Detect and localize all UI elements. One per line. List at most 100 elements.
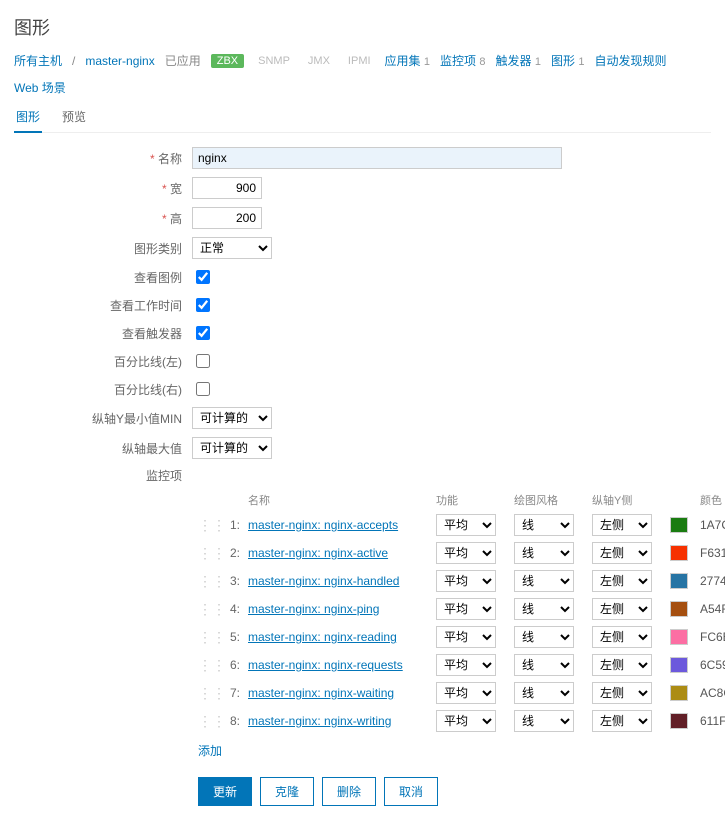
drag-handle-icon[interactable]: ⋮⋮	[198, 629, 216, 646]
color-swatch[interactable]	[670, 517, 688, 533]
drag-handle-icon[interactable]: ⋮⋮	[198, 713, 216, 730]
input-name[interactable]	[192, 147, 562, 169]
select-drawstyle[interactable]: 线	[514, 514, 574, 536]
drag-handle-icon[interactable]: ⋮⋮	[198, 573, 216, 590]
input-height[interactable]	[192, 207, 262, 229]
input-width[interactable]	[192, 177, 262, 199]
select-yaxis-side[interactable]: 左侧	[592, 626, 652, 648]
item-row: ⋮⋮6:master-nginx: nginx-requests平均线左侧6C5…	[198, 654, 711, 676]
crumb-link-web[interactable]: Web 场景	[14, 79, 66, 96]
drag-handle-icon[interactable]: ⋮⋮	[198, 657, 216, 674]
checkbox-legend[interactable]	[196, 270, 210, 284]
separator: /	[72, 54, 75, 68]
item-index: 2:	[224, 546, 240, 560]
select-drawstyle[interactable]: 线	[514, 710, 574, 732]
color-hex: AC8C14	[700, 686, 725, 700]
item-name-link[interactable]: master-nginx: nginx-waiting	[248, 686, 428, 700]
label-legend: 查看图例	[14, 269, 192, 286]
select-func[interactable]: 平均	[436, 626, 496, 648]
crumb-link-items[interactable]: 监控项 8	[440, 52, 485, 69]
select-drawstyle[interactable]: 线	[514, 570, 574, 592]
item-name-link[interactable]: master-nginx: nginx-active	[248, 546, 428, 560]
col-name: 名称	[248, 492, 428, 508]
item-name-link[interactable]: master-nginx: nginx-ping	[248, 602, 428, 616]
drag-handle-icon[interactable]: ⋮⋮	[198, 685, 216, 702]
label-items: 监控项	[14, 467, 192, 484]
select-yaxis-side[interactable]: 左侧	[592, 682, 652, 704]
select-yaxis-side[interactable]: 左侧	[592, 598, 652, 620]
checkbox-pct-left[interactable]	[196, 354, 210, 368]
item-name-link[interactable]: master-nginx: nginx-handled	[248, 574, 428, 588]
color-swatch[interactable]	[670, 545, 688, 561]
select-func[interactable]: 平均	[436, 514, 496, 536]
color-swatch[interactable]	[670, 685, 688, 701]
tabs: 图形 预览	[14, 102, 711, 133]
item-row: ⋮⋮8:master-nginx: nginx-writing平均线左侧611F…	[198, 710, 711, 732]
label-width: 宽	[14, 180, 192, 197]
update-button[interactable]: 更新	[198, 777, 252, 806]
label-type: 图形类别	[14, 240, 192, 257]
crumb-link-discovery[interactable]: 自动发现规则	[594, 52, 666, 69]
color-swatch[interactable]	[670, 573, 688, 589]
select-drawstyle[interactable]: 线	[514, 598, 574, 620]
item-row: ⋮⋮7:master-nginx: nginx-waiting平均线左侧AC8C…	[198, 682, 711, 704]
color-swatch[interactable]	[670, 657, 688, 673]
select-yaxis-side[interactable]: 左侧	[592, 710, 652, 732]
item-name-link[interactable]: master-nginx: nginx-accepts	[248, 518, 428, 532]
select-yaxis-side[interactable]: 左侧	[592, 514, 652, 536]
color-swatch[interactable]	[670, 629, 688, 645]
select-yaxis-side[interactable]: 左侧	[592, 542, 652, 564]
item-name-link[interactable]: master-nginx: nginx-writing	[248, 714, 428, 728]
drag-handle-icon[interactable]: ⋮⋮	[198, 545, 216, 562]
color-swatch[interactable]	[670, 601, 688, 617]
label-ymin: 纵轴Y最小值MIN	[14, 410, 192, 427]
item-index: 8:	[224, 714, 240, 728]
color-hex: FC6EA3	[700, 630, 725, 644]
checkbox-worktime[interactable]	[196, 298, 210, 312]
select-drawstyle[interactable]: 线	[514, 654, 574, 676]
select-func[interactable]: 平均	[436, 570, 496, 592]
select-func[interactable]: 平均	[436, 598, 496, 620]
select-func[interactable]: 平均	[436, 710, 496, 732]
drag-handle-icon[interactable]: ⋮⋮	[198, 517, 216, 534]
items-header: 名称 功能 绘图风格 纵轴Y侧 颜色 动作	[198, 492, 711, 508]
delete-button[interactable]: 删除	[322, 777, 376, 806]
crumb-all-hosts[interactable]: 所有主机	[14, 52, 62, 69]
item-index: 5:	[224, 630, 240, 644]
tab-graph[interactable]: 图形	[14, 102, 42, 133]
crumb-link-graphs[interactable]: 图形 1	[551, 52, 584, 69]
select-func[interactable]: 平均	[436, 542, 496, 564]
add-item-link[interactable]: 添加	[198, 742, 222, 759]
select-drawstyle[interactable]: 线	[514, 682, 574, 704]
label-worktime: 查看工作时间	[14, 297, 192, 314]
select-yaxis-side[interactable]: 左侧	[592, 654, 652, 676]
item-name-link[interactable]: master-nginx: nginx-requests	[248, 658, 428, 672]
crumb-host[interactable]: master-nginx	[85, 54, 154, 68]
crumb-link-triggers[interactable]: 触发器 1	[496, 52, 541, 69]
cancel-button[interactable]: 取消	[384, 777, 438, 806]
color-hex: 611F27	[700, 714, 725, 728]
select-ymax[interactable]: 可计算的	[192, 437, 272, 459]
item-row: ⋮⋮4:master-nginx: nginx-ping平均线左侧A54F10移…	[198, 598, 711, 620]
item-name-link[interactable]: master-nginx: nginx-reading	[248, 630, 428, 644]
select-func[interactable]: 平均	[436, 654, 496, 676]
item-index: 7:	[224, 686, 240, 700]
select-type[interactable]: 正常	[192, 237, 272, 259]
checkbox-pct-right[interactable]	[196, 382, 210, 396]
tab-preview[interactable]: 预览	[60, 102, 88, 132]
clone-button[interactable]: 克隆	[260, 777, 314, 806]
item-row: ⋮⋮3:master-nginx: nginx-handled平均线左侧2774…	[198, 570, 711, 592]
select-drawstyle[interactable]: 线	[514, 626, 574, 648]
item-row: ⋮⋮5:master-nginx: nginx-reading平均线左侧FC6E…	[198, 626, 711, 648]
col-style: 绘图风格	[514, 492, 584, 508]
label-pct-right: 百分比线(右)	[14, 381, 192, 398]
crumb-link-applications[interactable]: 应用集 1	[385, 52, 430, 69]
ghost-ipmi: IPMI	[344, 54, 375, 68]
drag-handle-icon[interactable]: ⋮⋮	[198, 601, 216, 618]
select-drawstyle[interactable]: 线	[514, 542, 574, 564]
select-func[interactable]: 平均	[436, 682, 496, 704]
select-yaxis-side[interactable]: 左侧	[592, 570, 652, 592]
color-swatch[interactable]	[670, 713, 688, 729]
checkbox-trigger[interactable]	[196, 326, 210, 340]
select-ymin[interactable]: 可计算的	[192, 407, 272, 429]
